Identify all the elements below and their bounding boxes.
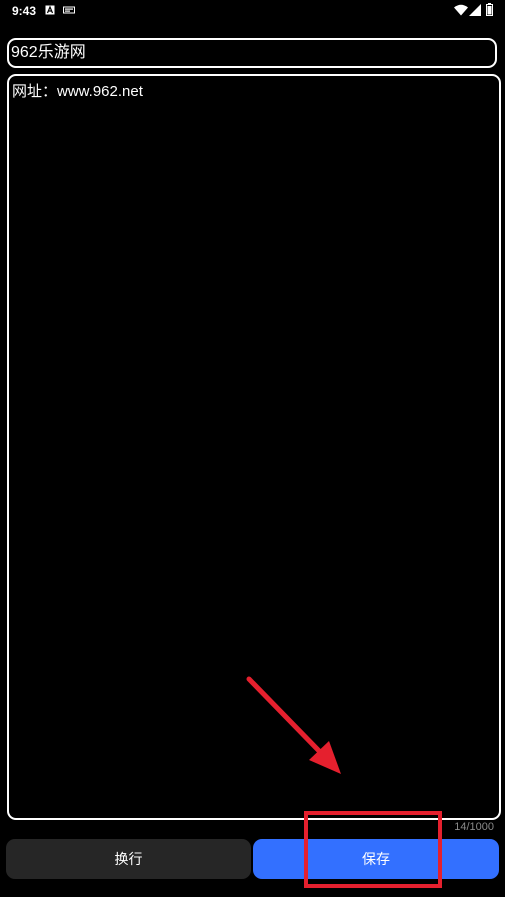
- accessibility-a-icon: [45, 5, 55, 15]
- status-time: 9:43: [12, 4, 37, 18]
- character-counter: 14/1000: [454, 821, 494, 833]
- notification-icon: [63, 6, 75, 14]
- content-textarea[interactable]: 网址：www.962.net: [7, 74, 501, 820]
- newline-button[interactable]: 换行: [6, 839, 251, 879]
- save-button-label: 保存: [362, 851, 390, 867]
- title-input[interactable]: 962乐游网: [7, 38, 497, 68]
- battery-icon: [486, 3, 493, 16]
- status-bar: 9:43: [0, 0, 505, 24]
- newline-button-label: 换行: [114, 851, 143, 867]
- wifi-icon: [454, 4, 468, 16]
- signal-icon: [469, 4, 481, 16]
- save-button[interactable]: 保存: [253, 839, 499, 879]
